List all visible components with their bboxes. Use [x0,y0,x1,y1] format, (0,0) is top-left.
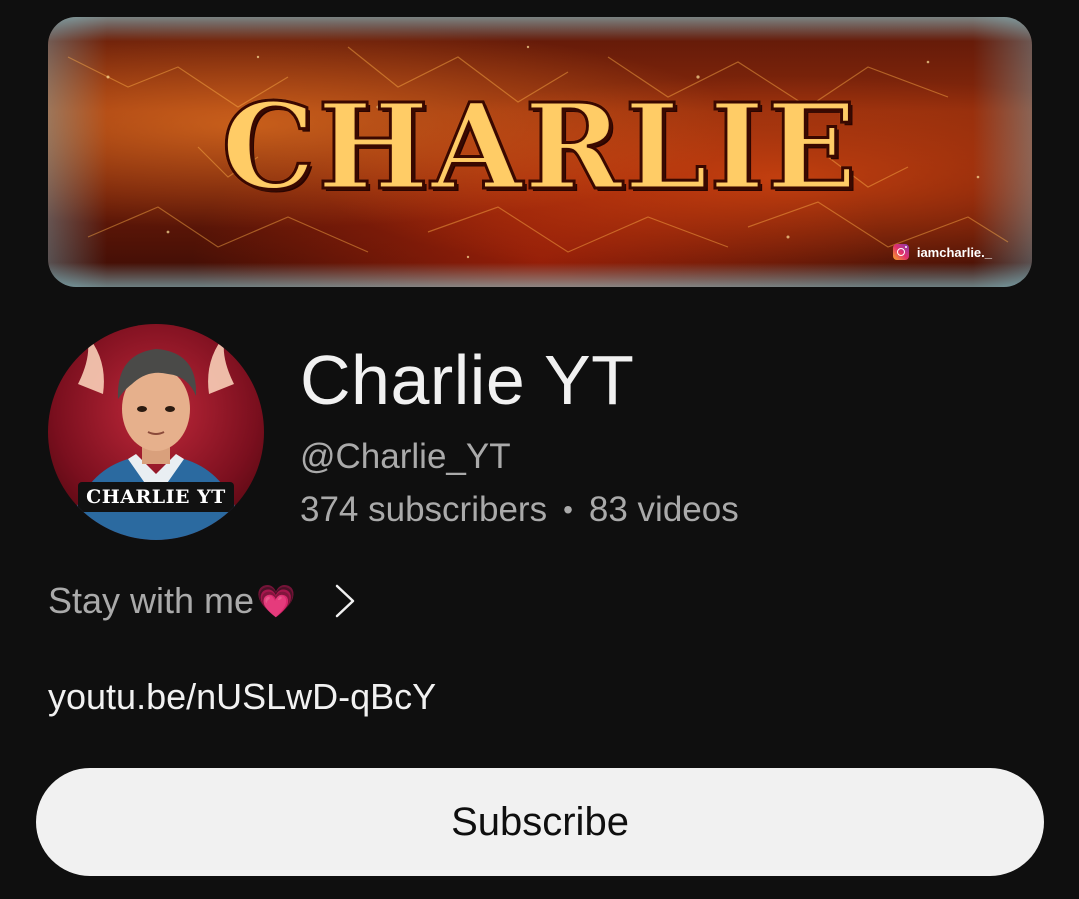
avatar-label: CHARLIE YT [78,482,234,512]
chevron-right-icon[interactable] [334,583,356,619]
instagram-icon [892,244,909,260]
channel-description[interactable]: Stay with me 💗 [48,580,356,622]
instagram-handle: iamcharlie._ [916,244,992,260]
channel-banner[interactable]: CHARLIE iamcharlie._ [48,17,1032,287]
subscriber-count: 374 subscribers [300,490,548,529]
banner-title: CHARLIE [48,76,1032,218]
subscribe-button[interactable]: Subscribe [36,768,1044,876]
channel-handle: @Charlie_YT [300,437,511,476]
banner-instagram-credit: iamcharlie._ [892,244,992,260]
channel-page: CHARLIE iamcharlie._ CHARLIE YT Charlie … [0,0,1079,899]
channel-name: Charlie YT [300,341,635,419]
description-text: Stay with me [48,580,255,621]
channel-stats: 374 subscribers • 83 videos [300,490,739,530]
video-count: 83 videos [588,490,739,529]
stats-separator: • [563,494,573,525]
heart-emoji: 💗 [256,583,296,619]
avatar[interactable]: CHARLIE YT [48,324,264,540]
channel-link[interactable]: youtu.be/nUSLwD-qBcY [48,676,436,718]
